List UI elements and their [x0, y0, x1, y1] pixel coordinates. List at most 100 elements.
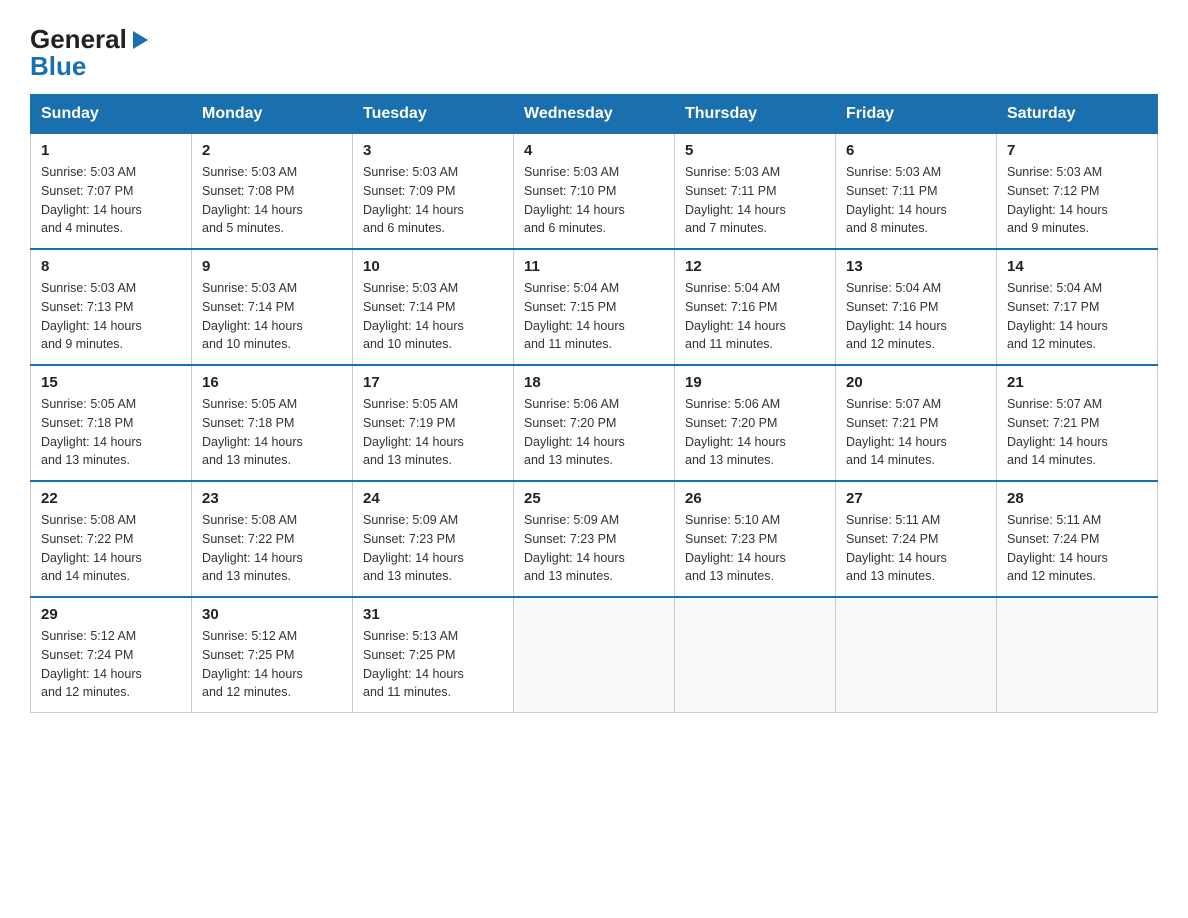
day-info: Sunrise: 5:03 AMSunset: 7:09 PMDaylight:… — [363, 163, 503, 238]
calendar-cell: 14 Sunrise: 5:04 AMSunset: 7:17 PMDayligh… — [997, 249, 1158, 365]
day-info: Sunrise: 5:04 AMSunset: 7:16 PMDaylight:… — [846, 279, 986, 354]
header-day-tuesday: Tuesday — [353, 95, 514, 134]
day-number: 3 — [363, 142, 503, 159]
day-info: Sunrise: 5:06 AMSunset: 7:20 PMDaylight:… — [685, 395, 825, 470]
day-number: 11 — [524, 258, 664, 275]
calendar-cell: 8 Sunrise: 5:03 AMSunset: 7:13 PMDaylight… — [31, 249, 192, 365]
day-number: 25 — [524, 490, 664, 507]
day-number: 29 — [41, 606, 181, 623]
calendar-cell — [514, 597, 675, 713]
day-info: Sunrise: 5:03 AMSunset: 7:14 PMDaylight:… — [363, 279, 503, 354]
calendar-cell: 22 Sunrise: 5:08 AMSunset: 7:22 PMDayligh… — [31, 481, 192, 597]
calendar-cell: 10 Sunrise: 5:03 AMSunset: 7:14 PMDayligh… — [353, 249, 514, 365]
calendar-cell: 9 Sunrise: 5:03 AMSunset: 7:14 PMDaylight… — [192, 249, 353, 365]
day-number: 8 — [41, 258, 181, 275]
header-day-monday: Monday — [192, 95, 353, 134]
day-number: 20 — [846, 374, 986, 391]
day-info: Sunrise: 5:08 AMSunset: 7:22 PMDaylight:… — [41, 511, 181, 586]
day-number: 18 — [524, 374, 664, 391]
day-number: 30 — [202, 606, 342, 623]
day-number: 24 — [363, 490, 503, 507]
day-info: Sunrise: 5:12 AMSunset: 7:24 PMDaylight:… — [41, 627, 181, 702]
logo-area: General Blue — [30, 24, 150, 82]
calendar-cell — [997, 597, 1158, 713]
page-wrapper: General Blue SundayMondayTuesdayWednesda… — [0, 0, 1188, 733]
header-row-days: SundayMondayTuesdayWednesdayThursdayFrid… — [31, 95, 1158, 134]
calendar-cell: 15 Sunrise: 5:05 AMSunset: 7:18 PMDayligh… — [31, 365, 192, 481]
day-number: 26 — [685, 490, 825, 507]
day-info: Sunrise: 5:13 AMSunset: 7:25 PMDaylight:… — [363, 627, 503, 702]
calendar-cell: 6 Sunrise: 5:03 AMSunset: 7:11 PMDaylight… — [836, 134, 997, 250]
calendar-cell: 4 Sunrise: 5:03 AMSunset: 7:10 PMDaylight… — [514, 134, 675, 250]
day-info: Sunrise: 5:03 AMSunset: 7:13 PMDaylight:… — [41, 279, 181, 354]
day-info: Sunrise: 5:03 AMSunset: 7:10 PMDaylight:… — [524, 163, 664, 238]
calendar: SundayMondayTuesdayWednesdayThursdayFrid… — [30, 94, 1158, 713]
day-number: 16 — [202, 374, 342, 391]
day-info: Sunrise: 5:03 AMSunset: 7:11 PMDaylight:… — [846, 163, 986, 238]
day-number: 10 — [363, 258, 503, 275]
day-info: Sunrise: 5:11 AMSunset: 7:24 PMDaylight:… — [846, 511, 986, 586]
calendar-week-1: 1 Sunrise: 5:03 AMSunset: 7:07 PMDaylight… — [31, 134, 1158, 250]
calendar-week-5: 29 Sunrise: 5:12 AMSunset: 7:24 PMDayligh… — [31, 597, 1158, 713]
calendar-cell: 3 Sunrise: 5:03 AMSunset: 7:09 PMDaylight… — [353, 134, 514, 250]
day-info: Sunrise: 5:09 AMSunset: 7:23 PMDaylight:… — [363, 511, 503, 586]
calendar-cell: 19Sunrise: 5:06 AMSunset: 7:20 PMDayligh… — [675, 365, 836, 481]
day-number: 2 — [202, 142, 342, 159]
day-info: Sunrise: 5:05 AMSunset: 7:18 PMDaylight:… — [41, 395, 181, 470]
calendar-cell: 29 Sunrise: 5:12 AMSunset: 7:24 PMDayligh… — [31, 597, 192, 713]
calendar-cell: 31 Sunrise: 5:13 AMSunset: 7:25 PMDayligh… — [353, 597, 514, 713]
calendar-cell: 11 Sunrise: 5:04 AMSunset: 7:15 PMDayligh… — [514, 249, 675, 365]
day-number: 15 — [41, 374, 181, 391]
day-number: 23 — [202, 490, 342, 507]
day-info: Sunrise: 5:09 AMSunset: 7:23 PMDaylight:… — [524, 511, 664, 586]
day-info: Sunrise: 5:04 AMSunset: 7:15 PMDaylight:… — [524, 279, 664, 354]
calendar-cell: 28Sunrise: 5:11 AMSunset: 7:24 PMDayligh… — [997, 481, 1158, 597]
calendar-cell — [675, 597, 836, 713]
day-number: 17 — [363, 374, 503, 391]
day-info: Sunrise: 5:05 AMSunset: 7:19 PMDaylight:… — [363, 395, 503, 470]
calendar-body: 1 Sunrise: 5:03 AMSunset: 7:07 PMDaylight… — [31, 134, 1158, 713]
header-day-thursday: Thursday — [675, 95, 836, 134]
calendar-cell: 1 Sunrise: 5:03 AMSunset: 7:07 PMDaylight… — [31, 134, 192, 250]
calendar-cell: 17 Sunrise: 5:05 AMSunset: 7:19 PMDayligh… — [353, 365, 514, 481]
day-number: 5 — [685, 142, 825, 159]
day-number: 12 — [685, 258, 825, 275]
calendar-cell: 13Sunrise: 5:04 AMSunset: 7:16 PMDayligh… — [836, 249, 997, 365]
day-number: 1 — [41, 142, 181, 159]
day-number: 14 — [1007, 258, 1147, 275]
day-info: Sunrise: 5:04 AMSunset: 7:16 PMDaylight:… — [685, 279, 825, 354]
header-day-wednesday: Wednesday — [514, 95, 675, 134]
day-number: 9 — [202, 258, 342, 275]
header-row: General Blue — [30, 24, 1158, 82]
day-info: Sunrise: 5:03 AMSunset: 7:12 PMDaylight:… — [1007, 163, 1147, 238]
day-info: Sunrise: 5:07 AMSunset: 7:21 PMDaylight:… — [846, 395, 986, 470]
day-info: Sunrise: 5:08 AMSunset: 7:22 PMDaylight:… — [202, 511, 342, 586]
calendar-cell: 5Sunrise: 5:03 AMSunset: 7:11 PMDaylight… — [675, 134, 836, 250]
calendar-week-2: 8 Sunrise: 5:03 AMSunset: 7:13 PMDaylight… — [31, 249, 1158, 365]
day-number: 31 — [363, 606, 503, 623]
calendar-week-3: 15 Sunrise: 5:05 AMSunset: 7:18 PMDayligh… — [31, 365, 1158, 481]
day-number: 27 — [846, 490, 986, 507]
calendar-week-4: 22 Sunrise: 5:08 AMSunset: 7:22 PMDayligh… — [31, 481, 1158, 597]
day-info: Sunrise: 5:04 AMSunset: 7:17 PMDaylight:… — [1007, 279, 1147, 354]
day-info: Sunrise: 5:03 AMSunset: 7:14 PMDaylight:… — [202, 279, 342, 354]
calendar-cell: 26 Sunrise: 5:10 AMSunset: 7:23 PMDayligh… — [675, 481, 836, 597]
day-number: 28 — [1007, 490, 1147, 507]
header-day-friday: Friday — [836, 95, 997, 134]
header-day-saturday: Saturday — [997, 95, 1158, 134]
day-info: Sunrise: 5:03 AMSunset: 7:07 PMDaylight:… — [41, 163, 181, 238]
calendar-cell: 27 Sunrise: 5:11 AMSunset: 7:24 PMDayligh… — [836, 481, 997, 597]
day-info: Sunrise: 5:12 AMSunset: 7:25 PMDaylight:… — [202, 627, 342, 702]
calendar-cell: 21Sunrise: 5:07 AMSunset: 7:21 PMDayligh… — [997, 365, 1158, 481]
calendar-cell: 12 Sunrise: 5:04 AMSunset: 7:16 PMDayligh… — [675, 249, 836, 365]
day-info: Sunrise: 5:05 AMSunset: 7:18 PMDaylight:… — [202, 395, 342, 470]
day-number: 22 — [41, 490, 181, 507]
calendar-cell: 16 Sunrise: 5:05 AMSunset: 7:18 PMDayligh… — [192, 365, 353, 481]
day-number: 6 — [846, 142, 986, 159]
calendar-cell: 23 Sunrise: 5:08 AMSunset: 7:22 PMDayligh… — [192, 481, 353, 597]
calendar-cell: 24 Sunrise: 5:09 AMSunset: 7:23 PMDayligh… — [353, 481, 514, 597]
calendar-cell: 30 Sunrise: 5:12 AMSunset: 7:25 PMDayligh… — [192, 597, 353, 713]
day-info: Sunrise: 5:10 AMSunset: 7:23 PMDaylight:… — [685, 511, 825, 586]
day-number: 7 — [1007, 142, 1147, 159]
day-number: 4 — [524, 142, 664, 159]
